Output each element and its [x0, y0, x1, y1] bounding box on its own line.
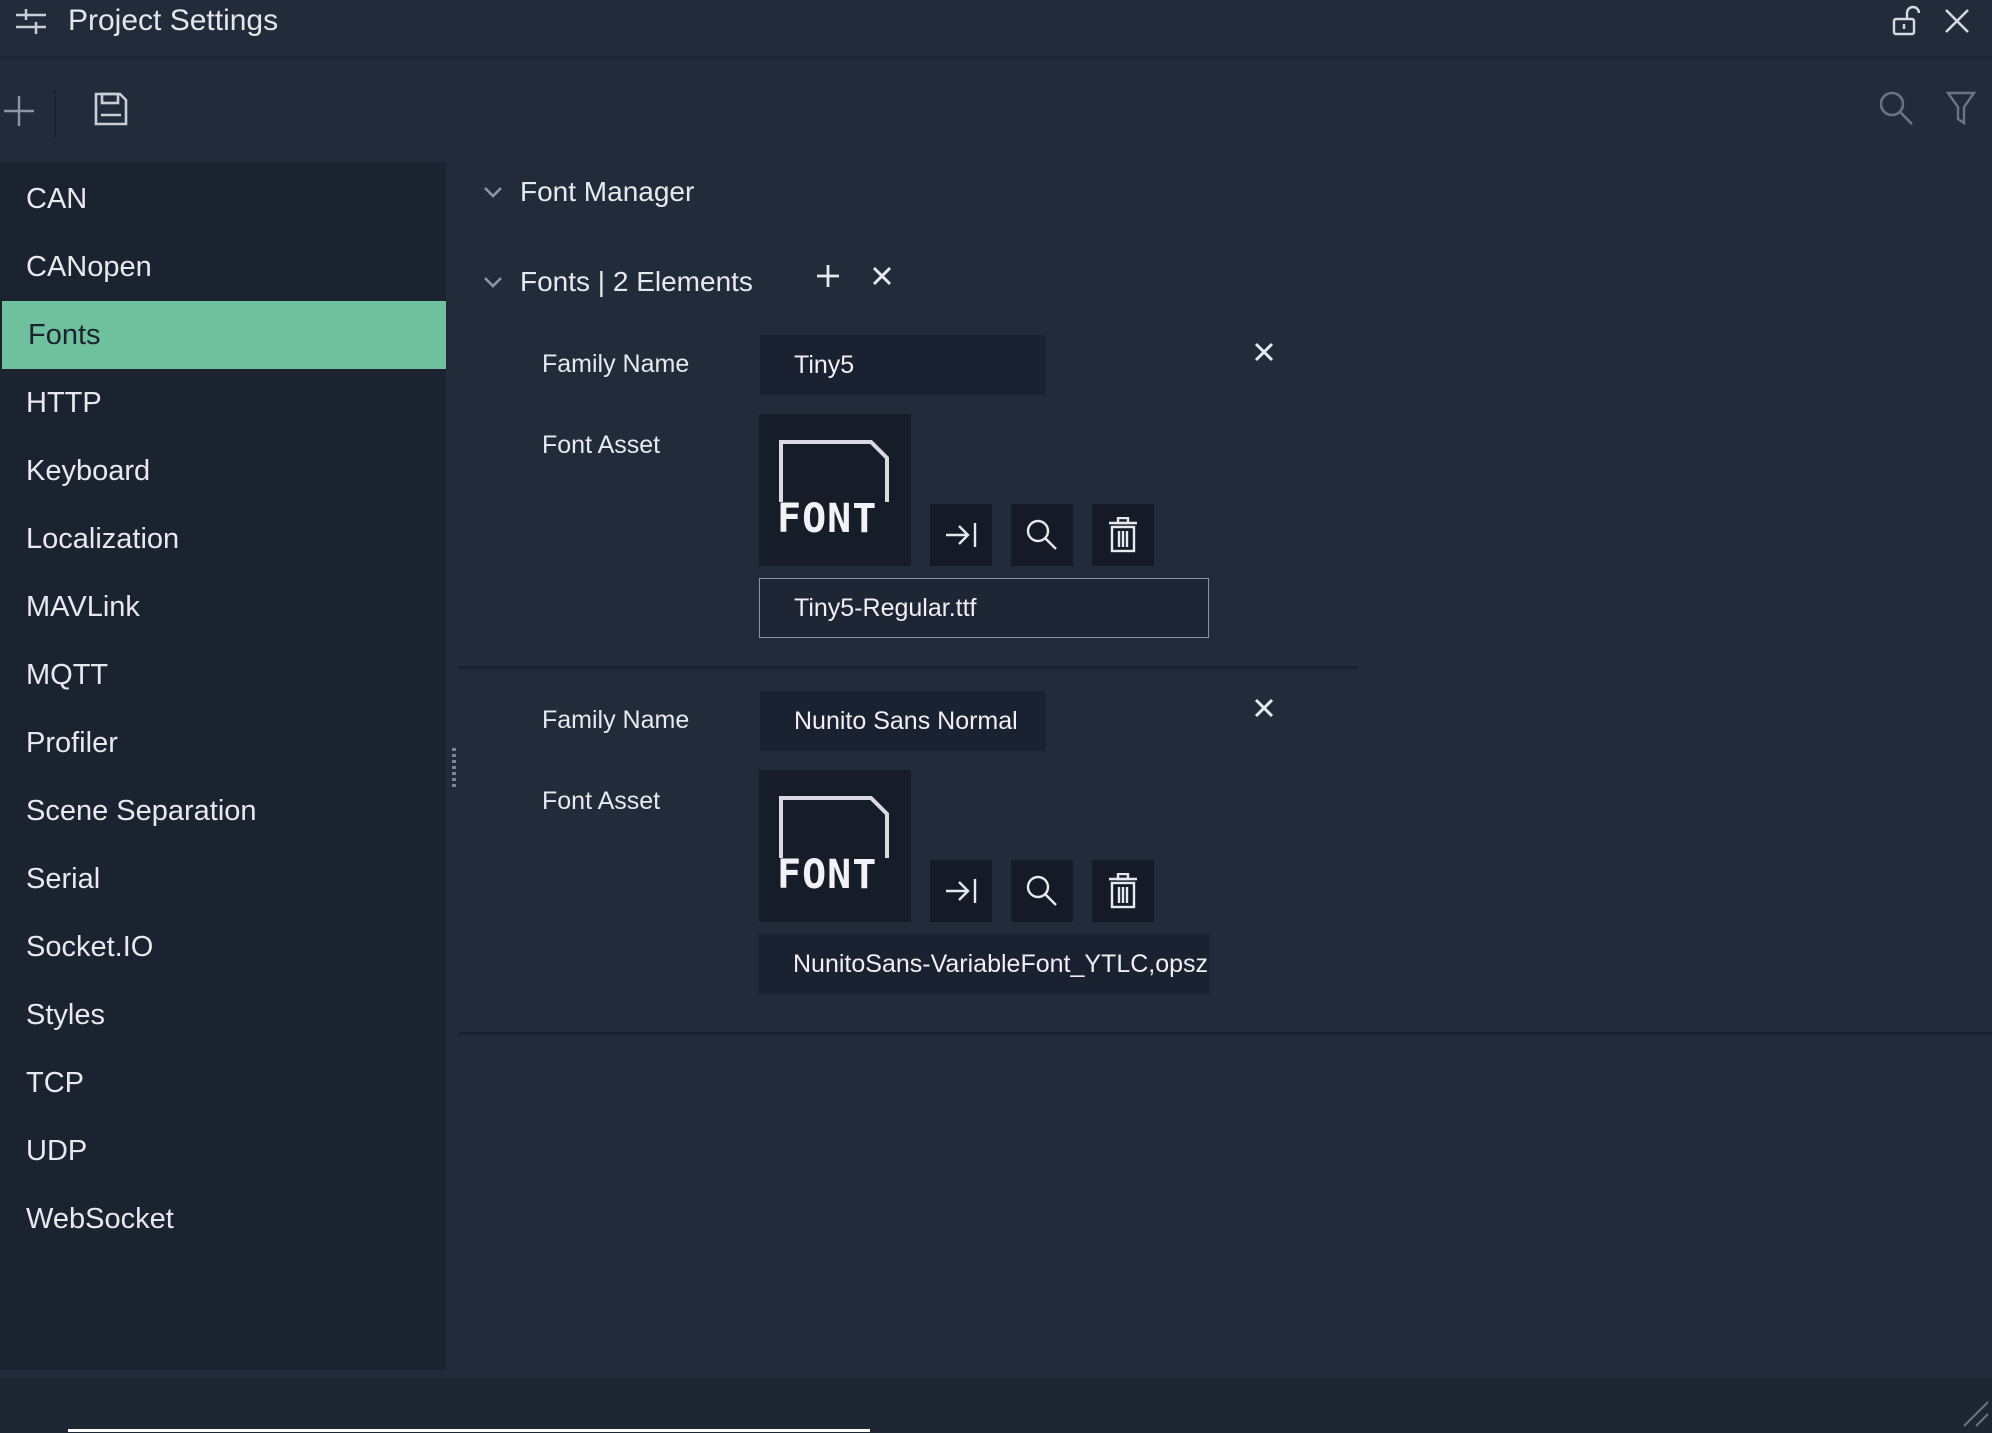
- delete-asset-button[interactable]: [1092, 860, 1154, 922]
- search-icon[interactable]: [1878, 90, 1914, 126]
- sidebar-item-canopen[interactable]: CANopen: [0, 233, 446, 301]
- sidebar-item-websocket[interactable]: WebSocket: [0, 1185, 446, 1253]
- window-title: Project Settings: [68, 4, 279, 37]
- chevron-down-icon: [484, 277, 502, 288]
- font-asset-file-field[interactable]: NunitoSans-VariableFont_YTLC,opsz,wdth,w…: [759, 934, 1209, 994]
- row-divider: [458, 666, 1358, 669]
- sidebar-item-mqtt[interactable]: MQTT: [0, 641, 446, 709]
- font-asset-thumbnail[interactable]: FONT: [759, 414, 911, 566]
- settings-sliders-icon: [16, 9, 46, 34]
- sidebar-item-serial[interactable]: Serial: [0, 845, 446, 913]
- remove-font-icon[interactable]: [1252, 696, 1276, 720]
- trash-icon: [1109, 873, 1137, 909]
- font-asset-label: Font Asset: [542, 431, 661, 459]
- sidebar-item-can[interactable]: CAN: [0, 165, 446, 233]
- splitter-handle[interactable]: [452, 748, 456, 788]
- sidebar-item-tcp[interactable]: TCP: [0, 1049, 446, 1117]
- title-separator: [0, 56, 1992, 59]
- chevron-down-icon: [484, 187, 502, 198]
- settings-sidebar: CAN CANopen Fonts HTTP Keyboard Localiza…: [0, 162, 446, 1370]
- filter-icon[interactable]: [1946, 90, 1976, 126]
- sidebar-item-localization[interactable]: Localization: [0, 505, 446, 573]
- delete-asset-button[interactable]: [1092, 504, 1154, 566]
- assign-arrow-icon: [946, 523, 977, 547]
- toolbar: [0, 60, 1992, 160]
- section-title: Font Manager: [520, 176, 695, 207]
- browse-asset-button[interactable]: [1011, 504, 1073, 566]
- assign-asset-button[interactable]: [930, 504, 992, 566]
- sidebar-item-udp[interactable]: UDP: [0, 1117, 446, 1185]
- font-thumb-text: FONT: [777, 496, 878, 542]
- family-name-label: Family Name: [542, 350, 690, 378]
- sidebar-item-http[interactable]: HTTP: [0, 369, 446, 437]
- fonts-list-header[interactable]: Fonts | 2 Elements: [482, 266, 753, 298]
- toolbar-divider: [54, 90, 56, 138]
- row-divider: [458, 1032, 1992, 1035]
- sidebar-item-socketio[interactable]: Socket.IO: [0, 913, 446, 981]
- list-title: Fonts | 2 Elements: [520, 266, 753, 297]
- sidebar-item-keyboard[interactable]: Keyboard: [0, 437, 446, 505]
- sidebar-item-profiler[interactable]: Profiler: [0, 709, 446, 777]
- browse-asset-button[interactable]: [1011, 860, 1073, 922]
- status-bar: [0, 1378, 1992, 1433]
- sidebar-item-mavlink[interactable]: MAVLink: [0, 573, 446, 641]
- search-icon: [1026, 875, 1057, 906]
- save-icon[interactable]: [92, 90, 130, 128]
- font-asset-file-field[interactable]: Tiny5-Regular.ttf: [759, 578, 1209, 638]
- font-thumb-text: FONT: [777, 852, 878, 898]
- resize-grip-icon[interactable]: [1960, 1398, 1990, 1428]
- family-name-field[interactable]: Tiny5: [760, 335, 1046, 395]
- clear-elements-icon[interactable]: [870, 264, 894, 288]
- sidebar-item-fonts[interactable]: Fonts: [2, 301, 446, 369]
- family-name-field[interactable]: Nunito Sans Normal: [760, 691, 1046, 751]
- font-file-icon: [779, 796, 889, 858]
- main-panel: Font Manager Fonts | 2 Elements Family N…: [458, 162, 1992, 1370]
- title-bar: Project Settings: [0, 0, 1992, 56]
- assign-asset-button[interactable]: [930, 860, 992, 922]
- font-asset-label: Font Asset: [542, 787, 661, 815]
- family-name-label: Family Name: [542, 706, 690, 734]
- remove-font-icon[interactable]: [1252, 340, 1276, 364]
- assign-arrow-icon: [946, 879, 977, 903]
- sidebar-item-scene-separation[interactable]: Scene Separation: [0, 777, 446, 845]
- font-manager-header[interactable]: Font Manager: [482, 176, 694, 208]
- add-element-icon[interactable]: [814, 262, 842, 290]
- font-asset-thumbnail[interactable]: FONT: [759, 770, 911, 922]
- search-icon: [1026, 519, 1057, 550]
- status-progress-line: [68, 1429, 870, 1432]
- sidebar-item-styles[interactable]: Styles: [0, 981, 446, 1049]
- close-icon[interactable]: [1942, 6, 1972, 36]
- unlock-icon[interactable]: [1890, 4, 1920, 38]
- font-file-icon: [779, 440, 889, 502]
- trash-icon: [1109, 517, 1137, 553]
- add-icon[interactable]: [2, 94, 36, 128]
